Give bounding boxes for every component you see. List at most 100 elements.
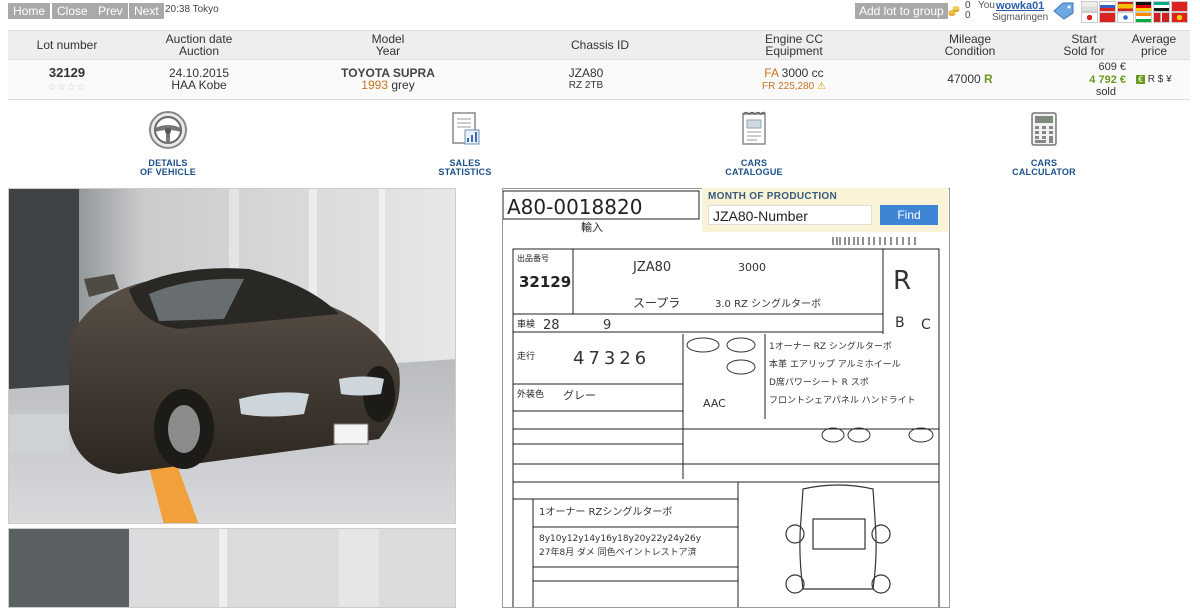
svg-text:28: 28 bbox=[543, 318, 560, 333]
model-color: grey bbox=[391, 78, 415, 92]
sold-status: sold bbox=[1095, 86, 1116, 98]
add-lot-to-group-button[interactable]: Add lot to group bbox=[855, 3, 948, 19]
details-label: DETAILS OF VEHICLE bbox=[128, 159, 208, 177]
model-year: 1993 bbox=[361, 78, 388, 92]
svg-text:走行: 走行 bbox=[517, 350, 535, 362]
details-of-vehicle-tool[interactable]: DETAILS OF VEHICLE bbox=[128, 110, 208, 177]
mileage: 47000 R bbox=[910, 73, 1030, 85]
auction-name: HAA Kobe bbox=[171, 78, 227, 92]
flag-es-icon[interactable] bbox=[1117, 1, 1134, 12]
tag-icon[interactable] bbox=[1052, 2, 1074, 20]
cars-catalogue-tool[interactable]: CARS CATALOGUE bbox=[714, 110, 794, 177]
coins-icon[interactable] bbox=[948, 5, 960, 17]
flag-vn-icon[interactable] bbox=[1171, 1, 1188, 12]
header-model: Model Year bbox=[328, 33, 448, 57]
fuel-type: FA bbox=[764, 66, 779, 80]
start-price: 609 € bbox=[1098, 61, 1126, 73]
svg-text:9: 9 bbox=[603, 318, 611, 333]
euro-icon[interactable]: € bbox=[1136, 75, 1145, 84]
next-button[interactable]: Next bbox=[129, 3, 164, 19]
flag-kr-icon[interactable] bbox=[1117, 12, 1134, 23]
engine-cc: FA 3000 cc bbox=[734, 67, 854, 79]
vehicle-photo-main[interactable] bbox=[8, 188, 456, 524]
header-chassis: Chassis ID bbox=[570, 38, 629, 52]
chassis-grade: RZ 2TB bbox=[568, 80, 604, 91]
sheet-engine: 3000 bbox=[738, 261, 766, 274]
home-button[interactable]: Home bbox=[8, 3, 51, 19]
flag-vn2-icon[interactable] bbox=[1171, 12, 1188, 23]
table-row: 32129 ☆☆☆☆ 24.10.2015 HAA Kobe TOYOTA SU… bbox=[8, 60, 1190, 99]
header-average: Average price bbox=[1124, 33, 1184, 57]
sheet-top-code: A80-0018820 bbox=[507, 195, 642, 219]
sales-statistics-tool[interactable]: SALES STATISTICS bbox=[425, 110, 505, 177]
close-button[interactable]: Close bbox=[52, 3, 93, 19]
calculator-label: CARS CALCULATOR bbox=[1004, 159, 1084, 177]
header-average-line2: price bbox=[1140, 44, 1167, 58]
prev-button[interactable]: Prev bbox=[93, 3, 128, 19]
vehicle-photo-second[interactable] bbox=[8, 528, 456, 608]
month-of-production-panel: MONTH OF PRODUCTION JZA80-Number Find bbox=[702, 188, 948, 232]
auction-sheet-image[interactable]: A80-0018820 輸入 出品番号 32129 JZA80 3000 スープ… bbox=[502, 188, 950, 608]
sheet-model: スープラ bbox=[633, 296, 680, 310]
header-lot-number: Lot number bbox=[36, 38, 98, 52]
sheet-chassis: JZA80 bbox=[632, 260, 671, 275]
lot-table: Lot number Auction date Auction Model Ye… bbox=[8, 30, 1190, 100]
sales-label: SALES STATISTICS bbox=[425, 159, 505, 177]
calculator-icon[interactable] bbox=[1024, 110, 1064, 150]
statistics-document-icon[interactable] bbox=[445, 110, 485, 150]
engine-volume: 3000 cc bbox=[781, 66, 824, 80]
counters: 0 0 bbox=[965, 1, 971, 21]
flag-ru-icon[interactable] bbox=[1099, 1, 1116, 12]
svg-text:1オーナー RZシングルターボ: 1オーナー RZシングルターボ bbox=[539, 505, 672, 518]
catalogue-book-icon[interactable] bbox=[734, 110, 774, 150]
header-engine-line2: Equipment bbox=[765, 44, 823, 58]
flag-uk-icon[interactable] bbox=[1153, 12, 1170, 23]
flag-en-icon[interactable] bbox=[1081, 1, 1098, 12]
sheet-notes-3: D席パワーシート R スポ bbox=[769, 376, 869, 388]
production-input[interactable]: JZA80-Number bbox=[708, 205, 872, 225]
details-label-line2: OF VEHICLE bbox=[139, 167, 196, 177]
condition-value: R bbox=[984, 72, 993, 86]
auction-sheet-drawing: A80-0018820 輸入 出品番号 32129 JZA80 3000 スープ… bbox=[503, 189, 949, 607]
currency-list[interactable]: R $ ¥ bbox=[1148, 74, 1172, 85]
tokyo-clock: 20:38 Tokyo bbox=[165, 4, 219, 15]
sheet-score: R bbox=[893, 266, 911, 296]
header-engine: Engine CC Equipment bbox=[734, 33, 854, 57]
equipment-text: FR 225,280 bbox=[761, 81, 815, 92]
table-header-row: Lot number Auction date Auction Model Ye… bbox=[8, 31, 1190, 60]
currency-switch[interactable]: € R $ ¥ bbox=[1136, 74, 1188, 86]
rating-stars[interactable]: ☆☆☆☆ bbox=[8, 82, 126, 94]
svg-text:輸入: 輸入 bbox=[581, 220, 603, 234]
sheet-odometer: 47326 bbox=[573, 348, 650, 369]
sold-price: 4 792 € bbox=[1089, 74, 1126, 86]
sheet-notes-1: 1オーナー RZ シングルターボ bbox=[769, 340, 892, 352]
sheet-grade: 3.0 RZ シングルターボ bbox=[715, 297, 821, 310]
username-link[interactable]: wowka01 bbox=[996, 0, 1044, 12]
sheet-notes-2: 本革 エアリップ アルミホイール bbox=[769, 358, 901, 370]
header-model-line2: Year bbox=[375, 44, 401, 58]
sheet-lot: 32129 bbox=[519, 273, 571, 291]
sheet-notes-4: フロントシェアパネル ハンドライト bbox=[769, 395, 916, 406]
sheet-interior: B bbox=[895, 315, 905, 331]
flag-jp-icon[interactable] bbox=[1081, 12, 1098, 23]
flag-de-icon[interactable] bbox=[1135, 1, 1152, 12]
flag-ae-icon[interactable] bbox=[1153, 1, 1170, 12]
flag-cn-icon[interactable] bbox=[1099, 12, 1116, 23]
user-city: Sigmaringen bbox=[992, 12, 1049, 23]
you-label: You bbox=[978, 0, 995, 11]
equipment: FR 225,280 ⚠ bbox=[734, 81, 854, 93]
svg-text:外装色: 外装色 bbox=[517, 388, 544, 400]
cars-calculator-tool[interactable]: CARS CALCULATOR bbox=[1004, 110, 1084, 177]
find-button[interactable]: Find bbox=[880, 205, 938, 225]
header-auction: Auction date Auction bbox=[138, 33, 260, 57]
sales-label-line2: STATISTICS bbox=[438, 167, 492, 177]
flag-in-icon[interactable] bbox=[1135, 12, 1152, 23]
steering-wheel-icon[interactable] bbox=[148, 110, 188, 150]
svg-text:8y10y12y14y16y18y20y22y24y26y: 8y10y12y14y16y18y20y22y24y26y bbox=[539, 534, 702, 544]
header-mileage-line2: Condition bbox=[944, 44, 996, 58]
svg-text:車検: 車検 bbox=[517, 318, 535, 330]
svg-text:出品番号: 出品番号 bbox=[517, 253, 549, 263]
mileage-value: 47000 bbox=[947, 72, 981, 86]
top-bar: Home Close Prev Next 20:38 Tokyo Add lot… bbox=[0, 0, 1200, 24]
sheet-exterior: C bbox=[921, 317, 931, 333]
